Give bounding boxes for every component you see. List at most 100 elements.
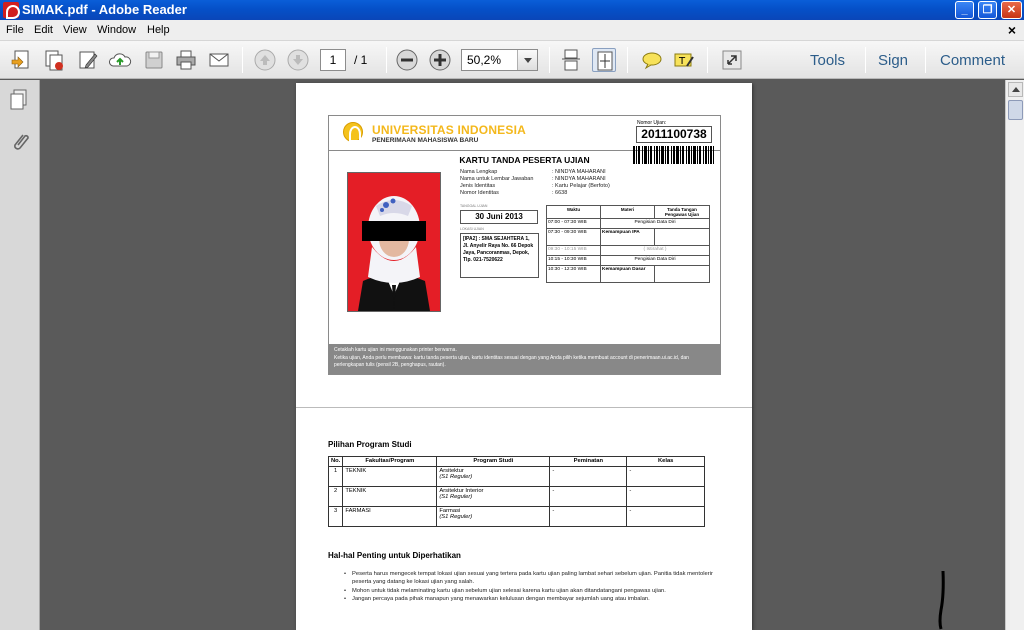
edit-icon[interactable]	[76, 48, 100, 72]
menu-help[interactable]: Help	[147, 24, 170, 36]
menu-view[interactable]: View	[63, 24, 87, 36]
toolbar-separator	[865, 47, 866, 73]
program-study: Farmasi (S1 Reguler)	[436, 506, 551, 527]
signature-cell	[654, 228, 710, 246]
menu-window[interactable]: Window	[97, 24, 136, 36]
attachments-icon[interactable]	[9, 130, 31, 154]
signature-cell	[654, 265, 710, 283]
scrolling-mode-icon[interactable]	[559, 48, 583, 72]
exam-schedule-table: Waktu Materi Tanda Tangan Pengawas Ujian…	[546, 205, 710, 283]
column-header: Program Studi	[436, 456, 551, 467]
document-close-icon[interactable]: ×	[1008, 22, 1016, 38]
exam-date-label: TANGGAL UJIAN	[460, 204, 488, 208]
column-header: Waktu	[546, 205, 601, 219]
program-study-type: (S1 Reguler)	[439, 514, 473, 520]
minimize-button[interactable]: _	[955, 1, 974, 19]
schedule-subject: Kemampuan Dasar	[600, 265, 655, 283]
program-study: Arsitektur (S1 Reguler)	[436, 466, 551, 487]
program-faculty: TEKNIK	[342, 466, 438, 487]
exam-card: UNIVERSITAS INDONESIA PENERIMAAN MAHASIS…	[328, 115, 721, 375]
email-icon[interactable]	[207, 48, 231, 72]
menu-file[interactable]: File	[6, 24, 24, 36]
fit-page-icon[interactable]	[592, 48, 616, 72]
zoom-in-icon[interactable]	[428, 48, 452, 72]
toolbar-separator	[925, 47, 926, 73]
create-pdf-icon[interactable]	[9, 48, 33, 72]
maximize-button[interactable]: ❐	[978, 1, 997, 19]
schedule-time: 10:15 - 10:30 WIB	[546, 255, 601, 266]
tools-button[interactable]: Tools	[810, 52, 845, 69]
exam-location-label: LOKASI UJIAN	[460, 227, 484, 231]
program-no: 2	[327, 486, 344, 507]
toolbar: 1 / 1 50,2% T Tools Sign Comment	[0, 41, 1024, 79]
table-row: 1 TEKNIK Arsitektur (S1 Reguler) - -	[327, 466, 705, 487]
upload-cloud-icon[interactable]	[108, 48, 132, 72]
list-item: Jangan percaya pada pihak manapun yang m…	[344, 595, 714, 604]
save-icon[interactable]	[142, 48, 166, 72]
column-header: Fakultas/Program	[342, 456, 438, 467]
menu-edit[interactable]: Edit	[34, 24, 53, 36]
program-specialization: -	[549, 466, 628, 487]
table-row: 10:15 - 10:30 WIB Pengisian Data Diri	[546, 255, 710, 266]
info-value: : 6638	[552, 190, 568, 196]
vertical-scrollbar[interactable]	[1005, 80, 1024, 630]
program-specialization: -	[549, 506, 628, 527]
info-value: : Kartu Pelajar (Berfoto)	[552, 183, 610, 189]
close-button[interactable]: ✕	[1001, 1, 1022, 19]
card-title: KARTU TANDA PESERTA UJIAN	[459, 155, 590, 165]
next-page-icon[interactable]	[286, 48, 310, 72]
combine-files-icon[interactable]	[42, 48, 66, 72]
info-label: Jenis Identitas	[460, 183, 496, 189]
list-item: Mohon untuk tidak melaminating kartu uji…	[344, 587, 714, 596]
notes-list: Peserta harus mengecek tempat lokasi uji…	[344, 570, 714, 604]
program-faculty: TEKNIK	[342, 486, 438, 507]
schedule-time: 09:30 - 10:15 WIB	[546, 245, 601, 256]
comment-button[interactable]: Comment	[940, 52, 1005, 69]
university-subtitle: PENERIMAAN MAHASISWA BARU	[372, 137, 479, 144]
schedule-time: 10:30 - 12:30 WIB	[546, 265, 601, 283]
info-label: Nama Lengkap	[460, 169, 498, 175]
program-no: 1	[327, 466, 344, 487]
page-divider	[296, 407, 752, 408]
program-class: -	[626, 486, 705, 507]
toolbar-separator	[627, 47, 628, 73]
program-faculty: FARMASI	[342, 506, 438, 527]
scroll-up-arrow-icon[interactable]	[1008, 82, 1023, 97]
zoom-out-icon[interactable]	[395, 48, 419, 72]
program-table: No. Fakultas/Program Program Studi Pemin…	[327, 456, 705, 527]
table-header-row: No. Fakultas/Program Program Studi Pemin…	[327, 456, 705, 467]
previous-page-icon[interactable]	[253, 48, 277, 72]
table-row: 07:30 - 09:30 WIB Kemampuan IPA	[546, 228, 710, 246]
svg-text:T: T	[678, 56, 686, 67]
page-thumbnails-icon[interactable]	[9, 88, 31, 112]
fullscreen-icon[interactable]	[720, 48, 744, 72]
comment-bubble-icon[interactable]	[640, 48, 664, 72]
info-value: : NINDYA MAHARANI	[552, 169, 606, 175]
participant-photo	[347, 172, 441, 312]
chevron-down-icon[interactable]	[517, 50, 537, 70]
highlight-text-icon[interactable]: T	[672, 48, 696, 72]
table-row: 09:30 - 10:15 WIB ( Istirahat )	[546, 245, 710, 256]
footer-note: Cetaklah kartu ujian ini menggunakan pri…	[334, 347, 457, 353]
table-row: 2 TEKNIK Arsitektur Interior (S1 Reguler)…	[327, 486, 705, 507]
page-total: / 1	[354, 53, 368, 67]
toolbar-separator	[549, 47, 550, 73]
program-study-type: (S1 Reguler)	[439, 474, 473, 480]
schedule-subject: ( Istirahat )	[600, 245, 710, 256]
page-number-input[interactable]: 1	[320, 49, 346, 71]
sign-button[interactable]: Sign	[878, 52, 908, 69]
title-bar: SIMAK.pdf - Adobe Reader _ ❐ ✕	[0, 0, 1024, 20]
card-footer: Cetaklah kartu ujian ini menggunakan pri…	[329, 344, 720, 374]
list-item: Peserta harus mengecek tempat lokasi uji…	[344, 570, 714, 587]
scrollbar-thumb[interactable]	[1008, 100, 1023, 120]
adobe-reader-icon	[3, 2, 20, 19]
program-class: -	[626, 466, 705, 487]
schedule-subject: Pengisian Data Diri	[600, 218, 710, 229]
zoom-select[interactable]: 50,2%	[461, 49, 538, 71]
column-header: Peminatan	[549, 456, 628, 467]
column-header: Materi	[600, 205, 655, 219]
schedule-subject: Kemampuan IPA	[600, 228, 655, 246]
program-specialization: -	[549, 486, 628, 507]
print-icon[interactable]	[174, 48, 198, 72]
table-row: 07:00 - 07:30 WIB Pengisian Data Diri	[546, 218, 710, 229]
